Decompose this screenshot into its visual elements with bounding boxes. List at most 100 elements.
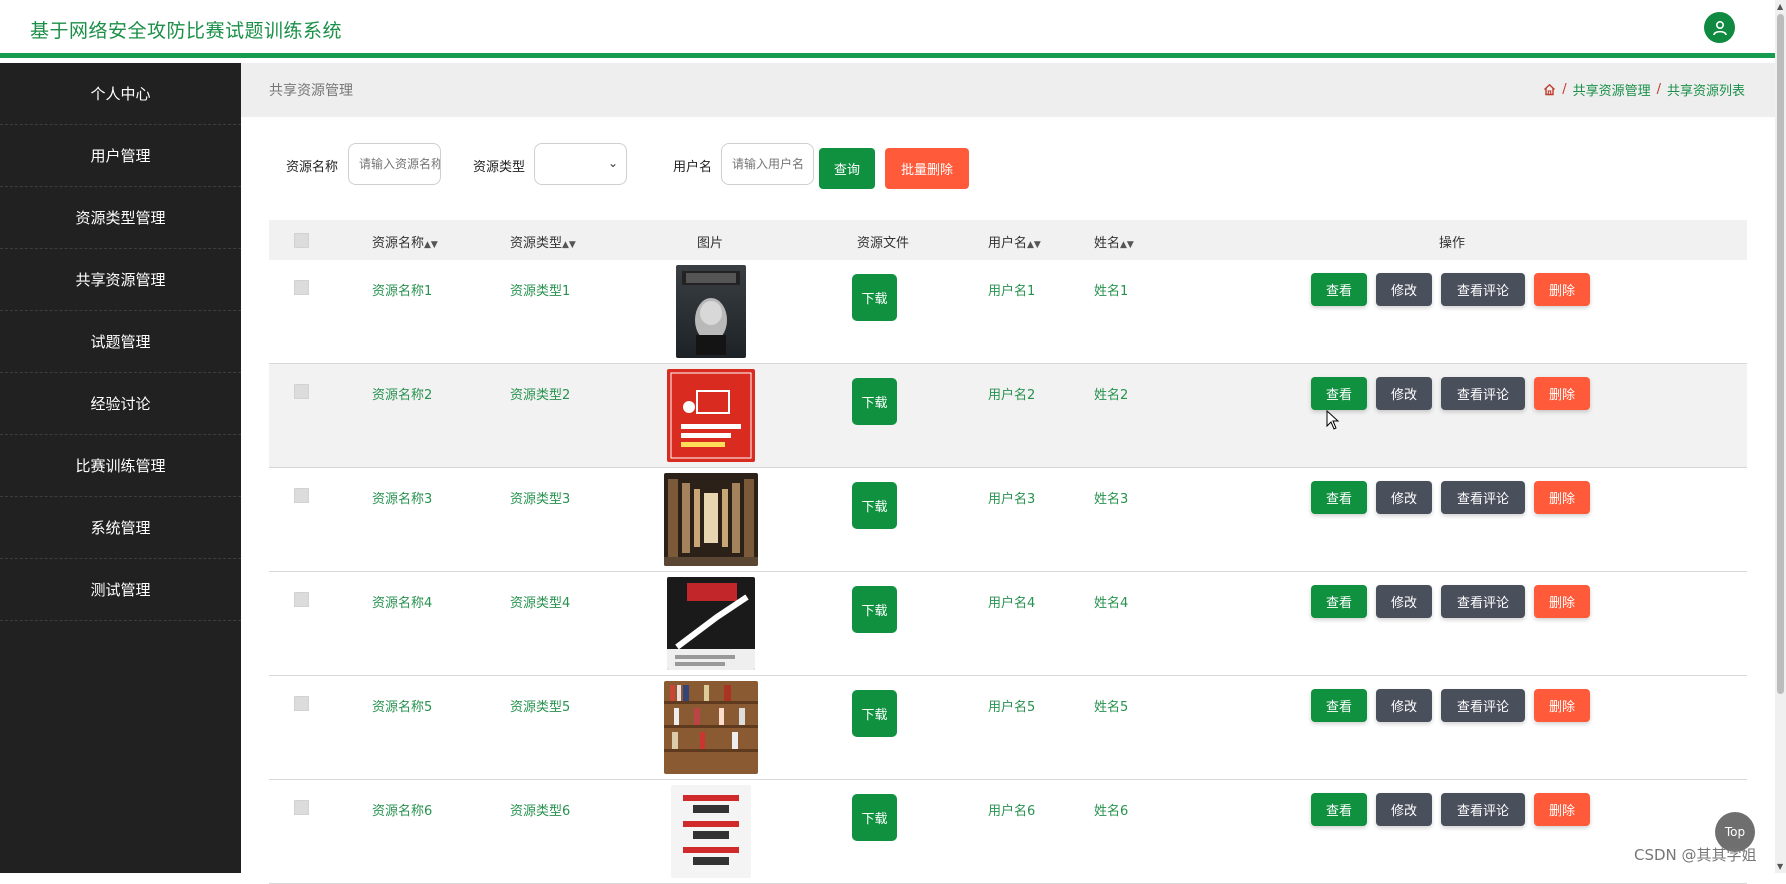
resource-name-cell: 资源名称1	[372, 284, 433, 299]
scroll-up-icon[interactable]: ▲	[1777, 2, 1783, 11]
username-label: 用户名	[673, 160, 713, 175]
breadcrumb-shared-resources[interactable]: 共享资源管理	[1573, 80, 1651, 99]
home-icon[interactable]	[1543, 83, 1556, 96]
table-row: 资源名称5 资源类型5 下载 用户名5 姓名5 查看 修改 查看评论 删除	[269, 676, 1747, 780]
search-form: 资源名称 资源类型 ⌄ 用户名 查询 批量删除	[241, 117, 1775, 217]
username-cell: 用户名4	[988, 596, 1036, 611]
col-realname[interactable]: 姓名▲▼	[1094, 232, 1134, 251]
sidebar: 个人中心 用户管理 资源类型管理 共享资源管理 试题管理 经验讨论 比赛训练管理…	[0, 63, 241, 873]
page-scrollbar[interactable]: ▲ ▼	[1775, 0, 1786, 873]
delete-button[interactable]: 删除	[1534, 585, 1590, 618]
row-checkbox[interactable]	[294, 280, 309, 295]
realname-cell: 姓名3	[1094, 492, 1129, 507]
view-button[interactable]: 查看	[1311, 585, 1367, 618]
resource-name-cell: 资源名称5	[372, 700, 433, 715]
view-button[interactable]: 查看	[1311, 377, 1367, 410]
col-resource-file: 资源文件	[857, 236, 910, 251]
resource-type-cell: 资源类型2	[510, 388, 571, 403]
page-title: 共享资源管理	[269, 83, 353, 99]
edit-button[interactable]: 修改	[1376, 689, 1432, 722]
username-input[interactable]	[721, 143, 814, 185]
edit-button[interactable]: 修改	[1376, 793, 1432, 826]
col-resource-name[interactable]: 资源名称▲▼	[372, 232, 438, 251]
query-button[interactable]: 查询	[819, 148, 875, 189]
resource-type-cell: 资源类型5	[510, 700, 571, 715]
sidebar-item-contest-training[interactable]: 比赛训练管理	[0, 435, 241, 497]
table-header: 资源名称▲▼ 资源类型▲▼ 图片 资源文件 用户名▲▼ 姓名▲▼ 操作	[269, 220, 1747, 260]
scroll-down-icon[interactable]: ▼	[1777, 862, 1783, 871]
view-comments-button[interactable]: 查看评论	[1441, 585, 1525, 618]
download-button[interactable]: 下载	[852, 586, 897, 633]
view-button[interactable]: 查看	[1311, 273, 1367, 306]
download-button[interactable]: 下载	[852, 378, 897, 425]
resource-name-input[interactable]	[348, 143, 441, 185]
sidebar-item-resource-types[interactable]: 资源类型管理	[0, 187, 241, 249]
view-comments-button[interactable]: 查看评论	[1441, 689, 1525, 722]
edit-button[interactable]: 修改	[1376, 377, 1432, 410]
table-row: 资源名称6 资源类型6 下载 用户名6 姓名6 查看 修改 查看评论 删除	[269, 780, 1747, 884]
sidebar-item-discussion[interactable]: 经验讨论	[0, 373, 241, 435]
sort-icon: ▲▼	[1027, 240, 1041, 250]
delete-button[interactable]: 删除	[1534, 377, 1590, 410]
user-icon[interactable]	[1704, 12, 1735, 43]
row-checkbox[interactable]	[294, 696, 309, 711]
resource-image	[667, 577, 755, 670]
row-checkbox[interactable]	[294, 800, 309, 815]
view-button[interactable]: 查看	[1311, 689, 1367, 722]
edit-button[interactable]: 修改	[1376, 585, 1432, 618]
delete-button[interactable]: 删除	[1534, 689, 1590, 722]
sort-icon: ▲▼	[562, 240, 576, 250]
username-cell: 用户名1	[988, 284, 1036, 299]
view-comments-button[interactable]: 查看评论	[1441, 481, 1525, 514]
resource-name-cell: 资源名称3	[372, 492, 433, 507]
edit-button[interactable]: 修改	[1376, 273, 1432, 306]
row-checkbox[interactable]	[294, 592, 309, 607]
username-cell: 用户名2	[988, 388, 1036, 403]
sidebar-item-profile[interactable]: 个人中心	[0, 63, 241, 125]
download-button[interactable]: 下载	[852, 690, 897, 737]
resource-image	[667, 369, 755, 462]
download-button[interactable]: 下载	[852, 482, 897, 529]
view-button[interactable]: 查看	[1311, 481, 1367, 514]
view-button[interactable]: 查看	[1311, 793, 1367, 826]
row-checkbox[interactable]	[294, 384, 309, 399]
view-comments-button[interactable]: 查看评论	[1441, 273, 1525, 306]
delete-button[interactable]: 删除	[1534, 481, 1590, 514]
resource-type-select[interactable]: ⌄	[534, 143, 627, 185]
col-resource-type[interactable]: 资源类型▲▼	[510, 232, 576, 251]
row-checkbox[interactable]	[294, 488, 309, 503]
breadcrumb-separator: /	[1656, 82, 1661, 97]
resource-table: 资源名称▲▼ 资源类型▲▼ 图片 资源文件 用户名▲▼ 姓名▲▼ 操作 资源名称…	[269, 220, 1747, 884]
breadcrumb: / 共享资源管理 / 共享资源列表	[1543, 80, 1745, 99]
col-username[interactable]: 用户名▲▼	[988, 232, 1041, 251]
resource-image	[676, 265, 746, 358]
delete-button[interactable]: 删除	[1534, 793, 1590, 826]
download-button[interactable]: 下载	[852, 794, 897, 841]
breadcrumb-bar: 共享资源管理 / 共享资源管理 / 共享资源列表	[241, 63, 1775, 117]
col-image: 图片	[697, 236, 724, 251]
sidebar-item-users[interactable]: 用户管理	[0, 125, 241, 187]
select-all-checkbox[interactable]	[294, 233, 309, 248]
sidebar-item-system[interactable]: 系统管理	[0, 497, 241, 559]
app-header: 基于网络安全攻防比赛试题训练系统	[0, 0, 1775, 58]
download-button[interactable]: 下载	[852, 274, 897, 321]
mouse-cursor-icon	[1326, 410, 1340, 430]
resource-name-cell: 资源名称4	[372, 596, 433, 611]
view-comments-button[interactable]: 查看评论	[1441, 377, 1525, 410]
realname-cell: 姓名6	[1094, 804, 1129, 819]
table-row: 资源名称2 资源类型2 下载 用户名2 姓名2 查看 修改 查看评论 删除	[269, 364, 1747, 468]
table-row: 资源名称3 资源类型3 下载 用户名3 姓名3 查看 修改 查看评论 删除	[269, 468, 1747, 572]
delete-button[interactable]: 删除	[1534, 273, 1590, 306]
scrollbar-thumb[interactable]	[1777, 14, 1784, 694]
watermark: CSDN @其其学姐	[1634, 846, 1757, 864]
sidebar-item-shared-resources[interactable]: 共享资源管理	[0, 249, 241, 311]
batch-delete-button[interactable]: 批量删除	[885, 148, 969, 189]
edit-button[interactable]: 修改	[1376, 481, 1432, 514]
username-cell: 用户名3	[988, 492, 1036, 507]
resource-image	[664, 473, 758, 566]
sidebar-item-tests[interactable]: 测试管理	[0, 559, 241, 621]
realname-cell: 姓名4	[1094, 596, 1129, 611]
sidebar-item-questions[interactable]: 试题管理	[0, 311, 241, 373]
view-comments-button[interactable]: 查看评论	[1441, 793, 1525, 826]
resource-image	[664, 681, 758, 774]
